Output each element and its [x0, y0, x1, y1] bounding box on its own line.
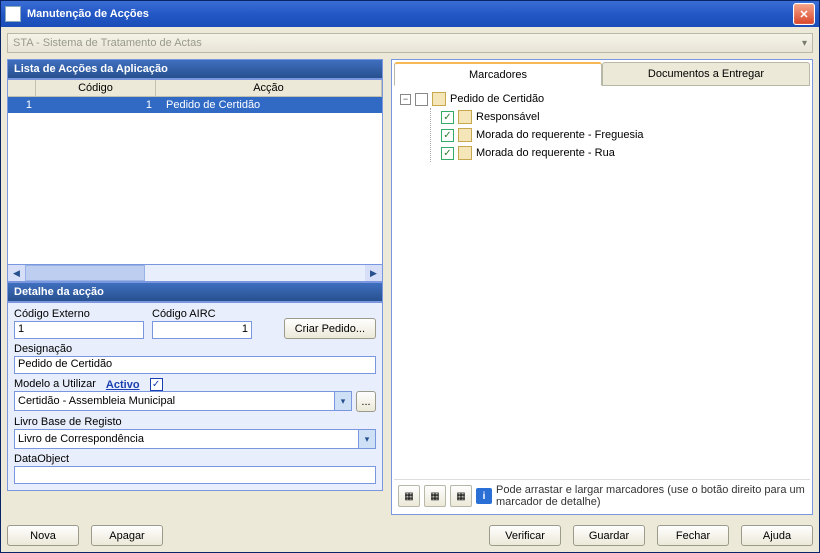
modelo-label: Modelo a Utilizar [14, 378, 96, 390]
codigo-externo-field[interactable]: 1 [14, 321, 144, 339]
ajuda-button[interactable]: Ajuda [741, 525, 813, 546]
chevron-down-icon: ▾ [358, 430, 375, 448]
marker-icon [458, 128, 472, 142]
grid-header-blank [8, 80, 36, 96]
livro-select[interactable]: Livro de Correspondência ▾ [14, 429, 376, 449]
tree-item-label: Morada do requerente - Rua [476, 147, 615, 159]
codigo-externo-label: Código Externo [14, 308, 144, 320]
row-code: 1 [36, 97, 156, 113]
grid-body: 1 1 Pedido de Certidão [8, 97, 382, 264]
scroll-right-icon[interactable]: ▶ [365, 265, 382, 281]
livro-select-value: Livro de Correspondência [18, 433, 144, 445]
window-title: Manutenção de Acções [27, 8, 793, 20]
verificar-button[interactable]: Verificar [489, 525, 561, 546]
dataobject-label: DataObject [14, 453, 376, 465]
actions-grid: Código Acção 1 1 Pedido de Certidão [7, 79, 383, 265]
tree-checkbox[interactable]: ✓ [441, 129, 454, 142]
grid-header-code[interactable]: Código [36, 80, 156, 96]
app-icon [5, 6, 21, 22]
tool-button-1[interactable]: ▦ [398, 485, 420, 507]
tab-marcadores[interactable]: Marcadores [394, 62, 602, 86]
folder-icon [432, 92, 446, 106]
criar-pedido-button[interactable]: Criar Pedido... [284, 318, 376, 339]
tree-item-label: Morada do requerente - Freguesia [476, 129, 644, 141]
titlebar: Manutenção de Acções ✕ [1, 1, 819, 27]
tree-checkbox[interactable]: ✓ [441, 147, 454, 160]
tree-checkbox[interactable]: ✓ [441, 111, 454, 124]
detail-panel: Código Externo 1 Código AIRC 1 Criar Ped… [7, 302, 383, 491]
fechar-button[interactable]: Fechar [657, 525, 729, 546]
nova-button[interactable]: Nova [7, 525, 79, 546]
dialog-window: Manutenção de Acções ✕ STA - Sistema de … [0, 0, 820, 553]
tree-item[interactable]: ✓ Responsável [441, 108, 804, 126]
activo-link[interactable]: Activo [106, 379, 140, 391]
tool-button-2[interactable]: ▦ [424, 485, 446, 507]
chevron-down-icon: ▾ [334, 392, 351, 410]
info-icon: i [476, 488, 492, 504]
collapse-icon[interactable]: − [400, 94, 411, 105]
codigo-airc-field[interactable]: 1 [152, 321, 252, 339]
button-bar: Nova Apagar Verificar Guardar Fechar Aju… [1, 521, 819, 552]
tree-children: ✓ Responsável ✓ Morada do requerente - F… [430, 108, 804, 162]
detail-panel-title: Detalhe da acção [7, 282, 383, 302]
codigo-airc-label: Código AIRC [152, 308, 252, 320]
tree-root-label: Pedido de Certidão [450, 93, 544, 105]
main-area: Lista de Acções da Aplicação Código Acçã… [7, 59, 813, 515]
marker-icon [458, 110, 472, 124]
application-select[interactable]: STA - Sistema de Tratamento de Actas ▾ [7, 33, 813, 53]
grid-header-action[interactable]: Acção [156, 80, 382, 96]
apagar-button[interactable]: Apagar [91, 525, 163, 546]
chevron-down-icon: ▾ [802, 38, 807, 49]
content: STA - Sistema de Tratamento de Actas ▾ L… [1, 27, 819, 521]
activo-checkbox[interactable]: ✓ [150, 378, 163, 391]
scroll-left-icon[interactable]: ◀ [8, 265, 25, 281]
modelo-select-value: Certidão - Assembleia Municipal [18, 395, 175, 407]
row-num: 1 [8, 97, 36, 113]
tree-root[interactable]: − ✓ Pedido de Certidão [400, 90, 804, 108]
grid-header: Código Acção [8, 80, 382, 97]
designacao-field[interactable]: Pedido de Certidão [14, 356, 376, 374]
livro-label: Livro Base de Registo [14, 416, 376, 428]
tree-toolbar: ▦ ▦ ▦ i Pode arrastar e largar marcadore… [394, 479, 810, 512]
tool-button-3[interactable]: ▦ [450, 485, 472, 507]
tree-checkbox[interactable]: ✓ [415, 93, 428, 106]
tree-item-label: Responsável [476, 111, 540, 123]
tree-item[interactable]: ✓ Morada do requerente - Rua [441, 144, 804, 162]
scroll-track[interactable] [25, 265, 365, 281]
tab-documentos[interactable]: Documentos a Entregar [602, 62, 810, 86]
grid-scrollbar[interactable]: ◀ ▶ [7, 265, 383, 282]
guardar-button[interactable]: Guardar [573, 525, 645, 546]
row-action: Pedido de Certidão [156, 97, 382, 113]
dataobject-field[interactable] [14, 466, 376, 484]
hint-text: Pode arrastar e largar marcadores (use o… [496, 484, 806, 508]
modelo-browse-button[interactable]: ... [356, 391, 376, 412]
close-icon[interactable]: ✕ [793, 3, 815, 25]
marker-icon [458, 146, 472, 160]
scroll-thumb[interactable] [25, 265, 145, 281]
table-row[interactable]: 1 1 Pedido de Certidão [8, 97, 382, 113]
tabs: Marcadores Documentos a Entregar [394, 62, 810, 86]
actions-list-title: Lista de Acções da Aplicação [7, 59, 383, 79]
right-pane: Marcadores Documentos a Entregar − ✓ Ped… [391, 59, 813, 515]
tree-item[interactable]: ✓ Morada do requerente - Freguesia [441, 126, 804, 144]
designacao-label: Designação [14, 343, 376, 355]
modelo-select[interactable]: Certidão - Assembleia Municipal ▾ [14, 391, 352, 411]
marker-tree: − ✓ Pedido de Certidão ✓ Responsável ✓ [394, 86, 810, 479]
application-select-value: STA - Sistema de Tratamento de Actas [13, 37, 202, 49]
left-pane: Lista de Acções da Aplicação Código Acçã… [7, 59, 383, 515]
